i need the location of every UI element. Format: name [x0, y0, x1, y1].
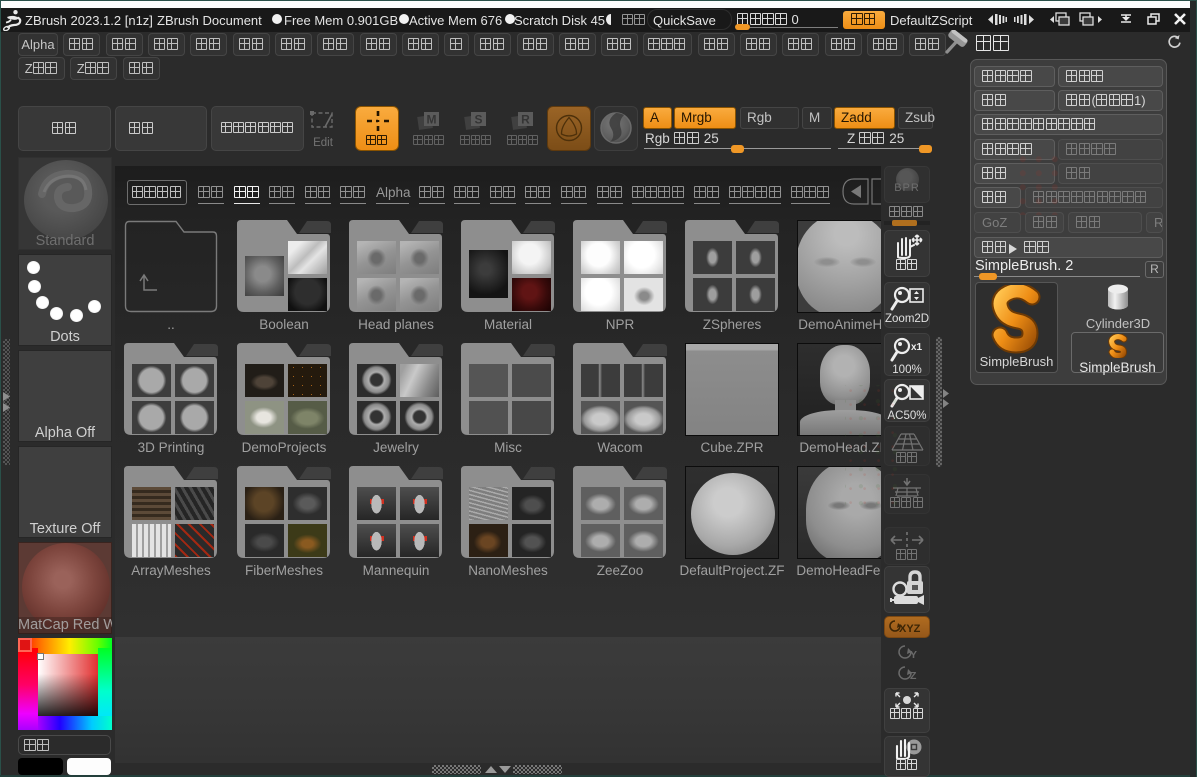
- svg-text:R: R: [521, 113, 530, 127]
- svg-text:Y: Y: [910, 649, 917, 660]
- svg-text:x1: x1: [911, 342, 923, 353]
- svg-text:Z: Z: [910, 670, 917, 681]
- svg-text:M: M: [427, 113, 437, 127]
- svg-text:XYZ: XYZ: [899, 623, 921, 635]
- svg-text:S: S: [474, 113, 482, 127]
